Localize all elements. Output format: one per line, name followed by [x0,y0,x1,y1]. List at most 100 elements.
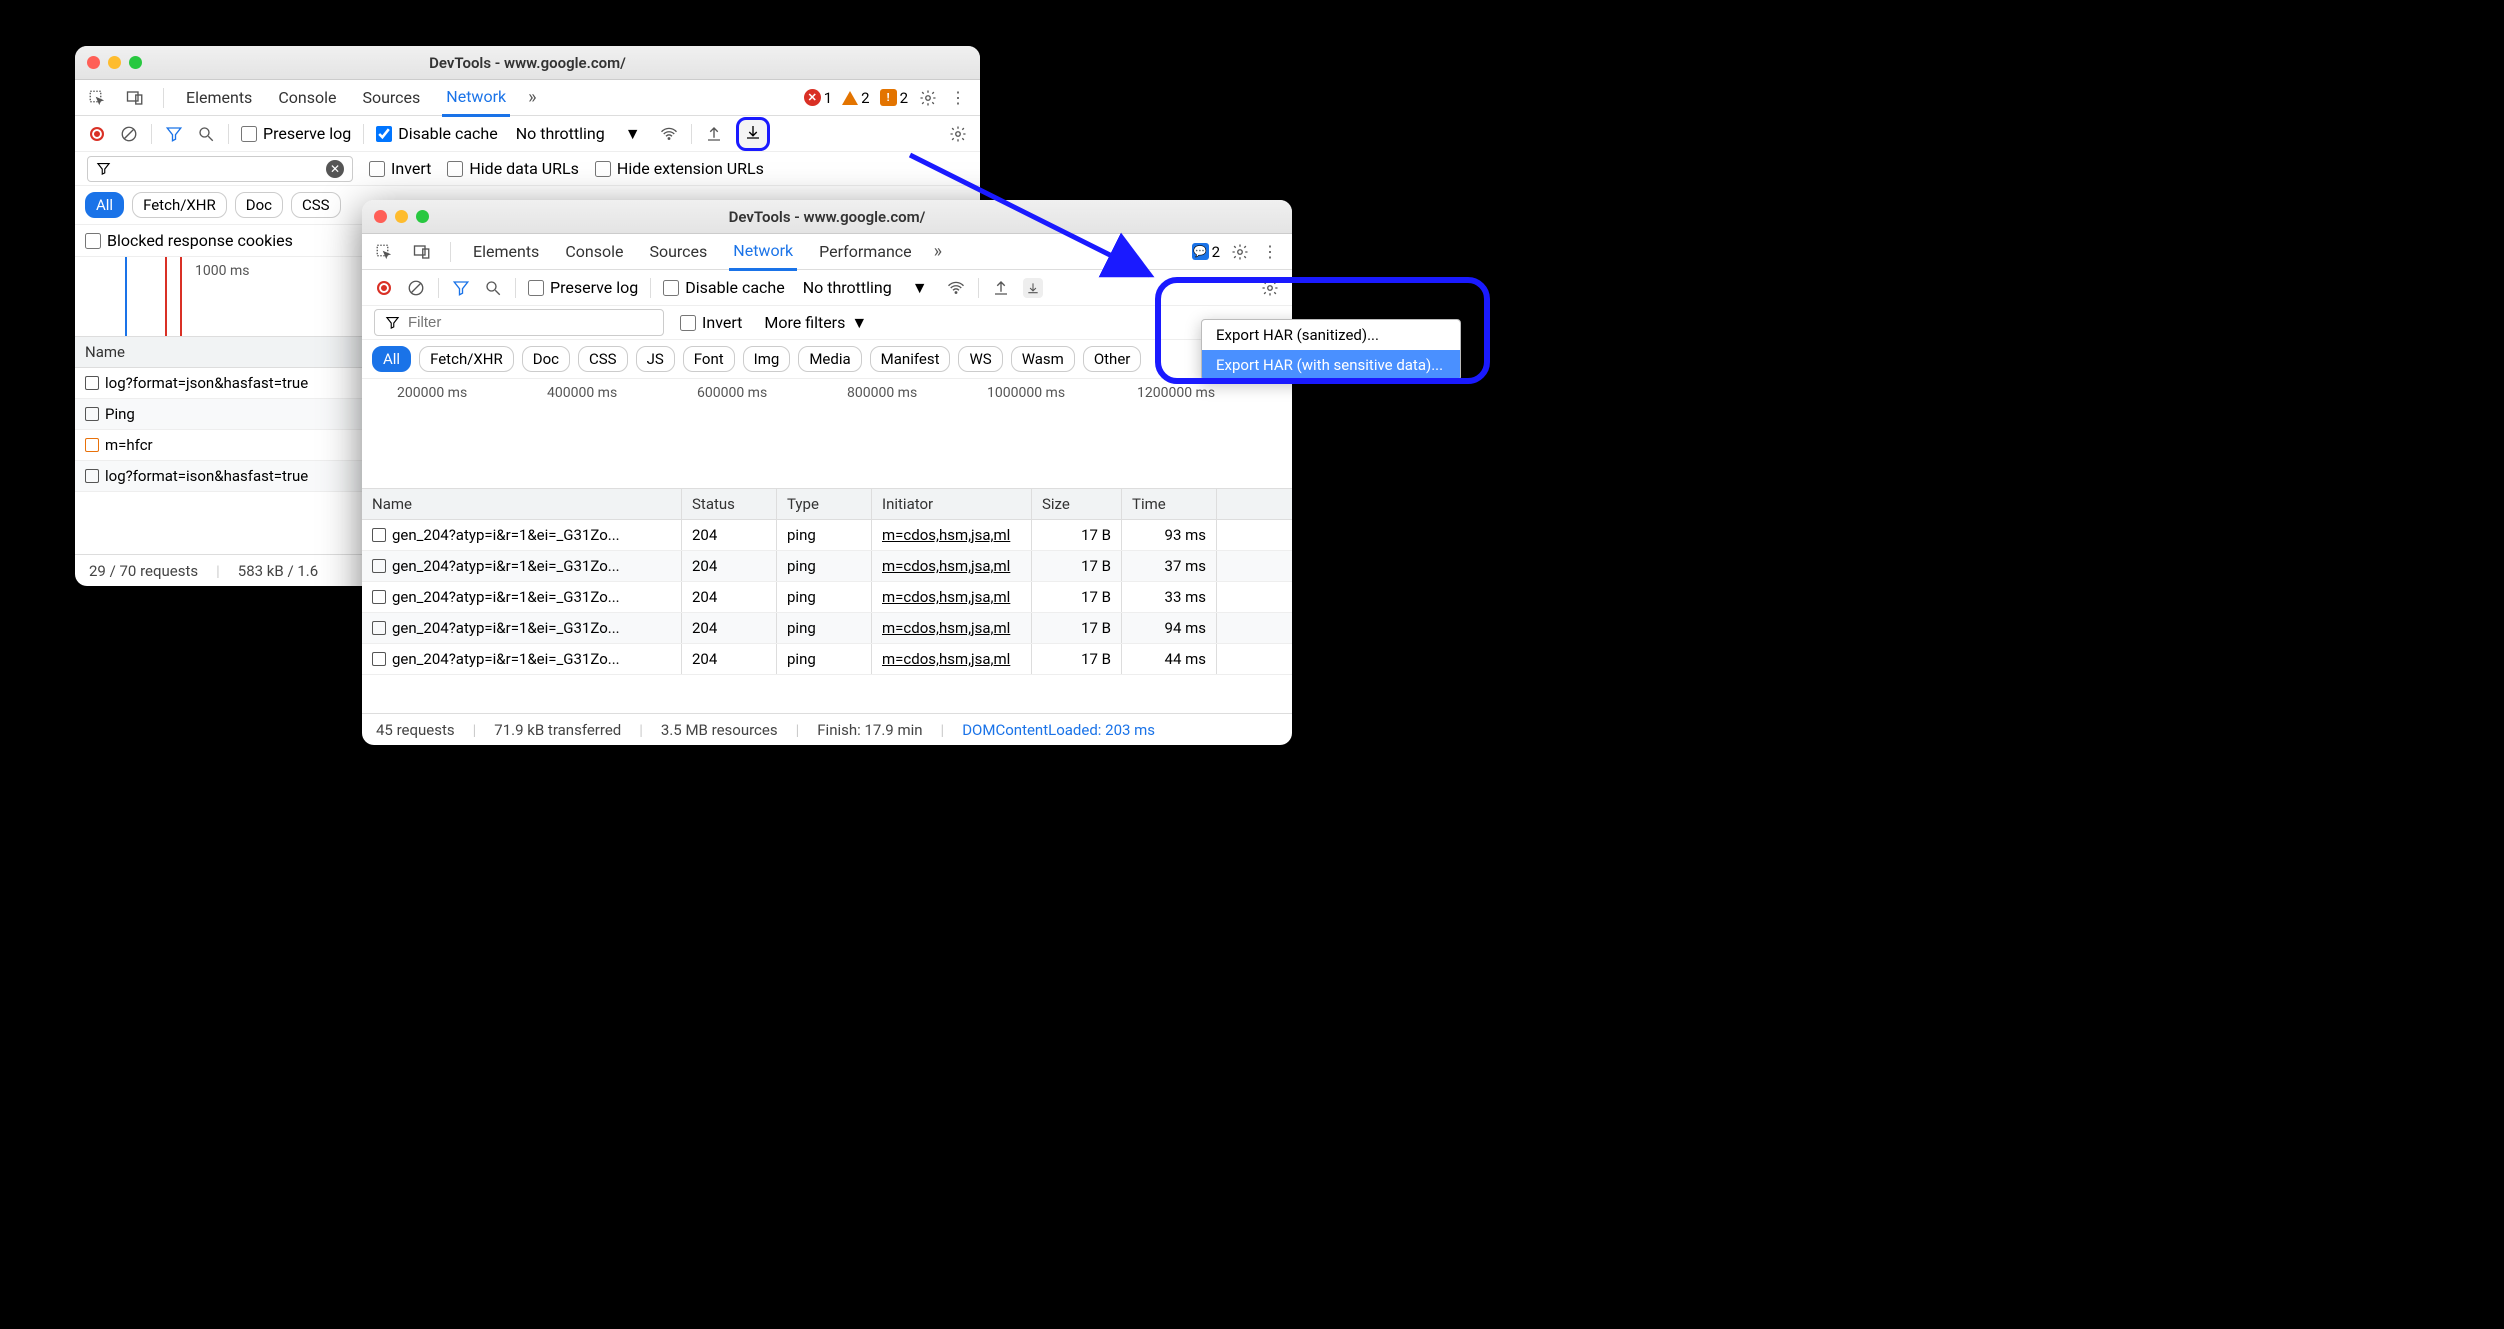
overview-tick-label: 1000000 ms [987,385,1065,401]
network-conditions-icon[interactable] [659,124,679,144]
chip-all[interactable]: All [372,346,411,372]
clear-filter-icon[interactable]: ✕ [326,160,344,178]
filter-input-wrap[interactable] [374,309,664,336]
disable-cache-checkbox[interactable]: Disable cache [376,124,497,143]
overview-tick-label: 1000 ms [195,263,249,279]
invert-checkbox[interactable]: Invert [680,313,742,332]
tabs-overflow-icon[interactable]: » [934,241,942,262]
chip-css[interactable]: CSS [291,192,341,218]
search-icon[interactable] [483,278,503,298]
clear-button[interactable] [406,278,426,298]
blocked-response-cookies-checkbox[interactable]: Blocked response cookies [85,231,293,250]
throttling-select[interactable]: No throttling ▼ [510,122,647,146]
chip-js[interactable]: JS [636,346,675,372]
chip-manifest[interactable]: Manifest [870,346,951,372]
issues-badge[interactable]: !2 [880,89,908,107]
table-row[interactable]: gen_204?atyp=i&r=1&ei=_G31Zo... 204 ping… [362,520,1292,551]
warnings-badge[interactable]: 2 [842,89,869,107]
export-har-sensitive-item[interactable]: Export HAR (with sensitive data)... [1202,350,1460,380]
table-row[interactable]: gen_204?atyp=i&r=1&ei=_G31Zo... 204 ping… [362,613,1292,644]
separator [363,124,364,144]
device-toolbar-icon[interactable] [412,242,432,262]
col-header-size[interactable]: Size [1032,489,1122,519]
tab-elements[interactable]: Elements [469,234,543,269]
filter-input[interactable] [408,314,653,331]
chip-doc[interactable]: Doc [235,192,283,218]
errors-badge[interactable]: ✕1 [804,89,832,107]
separator [228,124,229,144]
col-header-status[interactable]: Status [682,489,777,519]
hide-data-urls-checkbox[interactable]: Hide data URLs [447,159,579,178]
preserve-log-checkbox[interactable]: Preserve log [241,124,351,143]
chip-doc[interactable]: Doc [522,346,570,372]
table-row[interactable]: gen_204?atyp=i&r=1&ei=_G31Zo... 204 ping… [362,551,1292,582]
separator [151,124,152,144]
titlebar[interactable]: DevTools - www.google.com/ [75,46,980,80]
kebab-menu-icon[interactable]: ⋮ [948,88,968,108]
titlebar[interactable]: DevTools - www.google.com/ [362,200,1292,234]
table-row[interactable]: gen_204?atyp=i&r=1&ei=_G31Zo... 204 ping… [362,644,1292,675]
kebab-menu-icon[interactable]: ⋮ [1260,242,1280,262]
tab-performance[interactable]: Performance [815,234,916,269]
more-filters-dropdown[interactable]: More filters ▼ [758,311,873,335]
device-toolbar-icon[interactable] [125,88,145,108]
overview-tick-label: 800000 ms [847,385,917,401]
chip-fetch-xhr[interactable]: Fetch/XHR [132,192,227,218]
file-icon [85,469,99,483]
disable-cache-checkbox[interactable]: Disable cache [663,278,784,297]
search-icon[interactable] [196,124,216,144]
filter-input[interactable] [119,160,318,177]
clear-button[interactable] [119,124,139,144]
chip-media[interactable]: Media [798,346,861,372]
chip-fetch-xhr[interactable]: Fetch/XHR [419,346,514,372]
filter-icon[interactable] [451,278,471,298]
filter-input-wrap[interactable]: ✕ [87,156,353,182]
col-header-time[interactable]: Time [1122,489,1217,519]
settings-icon[interactable] [1230,242,1250,262]
issue-icon: 💬 [1192,243,1209,260]
filter-icon[interactable] [164,124,184,144]
table-row[interactable]: gen_204?atyp=i&r=1&ei=_G31Zo... 204 ping… [362,582,1292,613]
inspect-element-icon[interactable] [87,88,107,108]
tab-elements[interactable]: Elements [182,80,256,115]
issues-badge[interactable]: 💬2 [1192,243,1220,261]
overview-marker [180,257,182,336]
tab-console[interactable]: Console [561,234,627,269]
tab-network[interactable]: Network [442,79,510,117]
throttling-select[interactable]: No throttling ▼ [797,276,934,300]
tabs-overflow-icon[interactable]: » [528,87,536,108]
col-header-name[interactable]: Name [362,489,682,519]
filter-bar: ✕ Invert Hide data URLs Hide extension U… [75,152,980,186]
chip-other[interactable]: Other [1083,346,1142,372]
file-icon [85,407,99,421]
timeline-overview[interactable]: 200000 ms 400000 ms 600000 ms 800000 ms … [362,379,1292,489]
network-settings-icon[interactable] [948,124,968,144]
record-button[interactable] [374,278,394,298]
col-header-type[interactable]: Type [777,489,872,519]
chip-font[interactable]: Font [683,346,735,372]
settings-icon[interactable] [918,88,938,108]
chip-all[interactable]: All [85,192,124,218]
hide-extension-urls-checkbox[interactable]: Hide extension URLs [595,159,764,178]
import-har-icon[interactable] [704,124,724,144]
inspect-element-icon[interactable] [374,242,394,262]
tab-sources[interactable]: Sources [358,80,424,115]
tab-network[interactable]: Network [729,233,797,271]
chip-wasm[interactable]: Wasm [1011,346,1075,372]
preserve-log-checkbox[interactable]: Preserve log [528,278,638,297]
export-har-button-highlighted[interactable] [736,117,770,151]
invert-checkbox[interactable]: Invert [369,159,431,178]
record-button[interactable] [87,124,107,144]
col-header-initiator[interactable]: Initiator [872,489,1032,519]
chip-img[interactable]: Img [743,346,791,372]
network-toolbar: Preserve log Disable cache No throttling… [362,270,1292,306]
tab-sources[interactable]: Sources [645,234,711,269]
import-har-icon[interactable] [991,278,1011,298]
chip-css[interactable]: CSS [578,346,628,372]
export-har-sanitized-item[interactable]: Export HAR (sanitized)... [1202,320,1460,350]
chip-ws[interactable]: WS [958,346,1002,372]
tab-console[interactable]: Console [274,80,340,115]
export-har-button[interactable] [1023,278,1043,298]
network-conditions-icon[interactable] [946,278,966,298]
network-settings-icon[interactable] [1260,278,1280,298]
